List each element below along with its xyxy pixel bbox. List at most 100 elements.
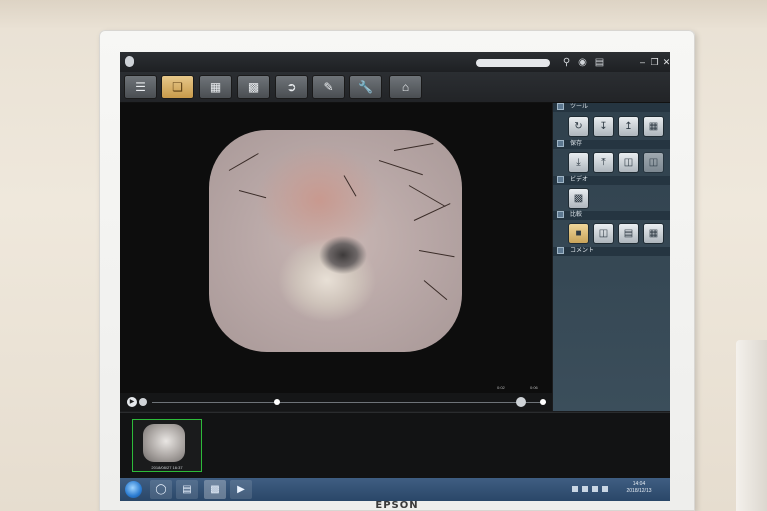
hair-line <box>228 153 259 171</box>
viewer-app-icon: ▩ <box>210 484 220 495</box>
save-disabled-button[interactable]: ◫ <box>644 153 663 172</box>
section-title: ツール <box>570 104 589 111</box>
timeline-start-label: 0:02 <box>497 385 505 390</box>
globe-icon[interactable]: ◉ <box>577 57 588 68</box>
thumbnail-strip: 2018/08/27 16:37 <box>120 412 670 479</box>
home-button[interactable]: ⌂ <box>390 76 421 98</box>
layout-grid-button[interactable]: ▦ <box>644 224 663 243</box>
flip-up-icon: ↥ <box>624 121 633 132</box>
monitor-brand: EPSON <box>375 500 419 511</box>
clock-date: 2018/12/13 <box>626 488 652 494</box>
save-copy-button[interactable]: ⤒ <box>594 153 613 172</box>
compare-tool-button[interactable]: ▦ <box>644 117 663 136</box>
start-button[interactable] <box>125 481 142 498</box>
section-compare-header[interactable]: 比較 <box>553 211 670 220</box>
tray-volume-icon[interactable] <box>602 486 608 492</box>
timeline-end-label: 0:06 <box>530 385 538 390</box>
layout-two-button[interactable]: ◫ <box>594 224 613 243</box>
timeline-end-dot[interactable] <box>540 399 546 405</box>
timeline[interactable]: ▶ 0:02 0:06 <box>120 385 552 411</box>
section-title: コメント <box>570 248 595 255</box>
timeline-thumb[interactable] <box>274 399 280 405</box>
hair-line <box>413 203 451 221</box>
image-viewer[interactable] <box>120 103 552 411</box>
hair-line <box>378 160 423 176</box>
wrench-icon: 🔧 <box>358 80 373 94</box>
camera-button[interactable]: ▩ <box>238 76 269 98</box>
section-toggle-icon <box>557 247 564 254</box>
tray-power-icon[interactable] <box>592 486 598 492</box>
minimize-icon[interactable]: – <box>637 56 648 68</box>
title-bar: ⚲ ◉ ▤ – ❐ ✕ <box>120 52 670 72</box>
main-toolbar: ☰ ❏ ▦ ▩ ➲ ✎ 🔧 ⌂ <box>120 72 670 103</box>
hair-line <box>393 143 434 151</box>
thumbnail-date: 2018/08/27 16:37 <box>151 465 183 470</box>
flip-up-button[interactable]: ↥ <box>619 117 638 136</box>
explorer-taskbar-button[interactable]: ▤ <box>176 480 198 499</box>
layout-single-button[interactable]: ■ <box>569 224 588 243</box>
hair-line <box>408 185 446 207</box>
list-icon: ☰ <box>135 80 146 94</box>
hair-line <box>343 175 357 197</box>
close-icon[interactable]: ✕ <box>661 56 670 68</box>
save-all-icon: ◫ <box>623 157 634 168</box>
layout-vertical-button[interactable]: ▤ <box>619 224 638 243</box>
viewer-taskbar-button[interactable]: ▩ <box>204 480 226 499</box>
flip-down-button[interactable]: ↧ <box>594 117 613 136</box>
hair-line <box>423 280 448 301</box>
video-capture-button[interactable]: ▩ <box>569 189 588 208</box>
compare-button[interactable]: ▦ <box>200 76 231 98</box>
keyboard-icon[interactable]: ▤ <box>594 57 605 68</box>
camera-icon: ▩ <box>247 80 260 94</box>
timeline-end-knob[interactable] <box>516 397 526 407</box>
hair-line <box>418 250 455 258</box>
layout-two-icon: ◫ <box>598 228 609 239</box>
timeline-track[interactable] <box>152 402 546 403</box>
tray-network-icon[interactable] <box>572 486 578 492</box>
play-button[interactable]: ▶ <box>127 397 137 407</box>
tray-flag-icon[interactable] <box>582 486 588 492</box>
camera-icon: ▩ <box>573 193 584 204</box>
app-logo-icon <box>125 56 134 67</box>
flip-down-icon: ↧ <box>599 121 608 132</box>
viewer-button[interactable]: ❏ <box>162 76 193 98</box>
search-input[interactable] <box>476 59 550 67</box>
export-button[interactable]: ➲ <box>276 76 307 98</box>
side-object <box>736 340 767 511</box>
layers-icon: ❏ <box>172 80 183 94</box>
save-button[interactable]: ⤓ <box>569 153 588 172</box>
save-copy-icon: ⤒ <box>601 157 606 168</box>
taskbar: ◯ ▤ ▩ ▶ 14:04 2018/12/13 <box>120 478 670 501</box>
hair-line <box>238 190 267 199</box>
search-icon[interactable]: ⚲ <box>561 57 572 68</box>
settings-button[interactable]: 🔧 <box>350 76 381 98</box>
report-button[interactable]: ✎ <box>313 76 344 98</box>
save-disabled-icon: ◫ <box>648 157 659 168</box>
layout-grid-icon: ▦ <box>648 228 659 239</box>
thumbnail-item[interactable]: 2018/08/27 16:37 <box>132 419 202 472</box>
media-taskbar-button[interactable]: ▶ <box>230 480 252 499</box>
compare-tool-icon: ▦ <box>648 121 659 132</box>
taskbar-clock[interactable]: 14:04 2018/12/13 <box>618 481 660 495</box>
section-save-header[interactable]: 保存 <box>553 140 670 149</box>
report-icon: ✎ <box>323 80 334 94</box>
clock-time: 14:04 <box>632 481 646 487</box>
restore-icon[interactable]: ❐ <box>649 56 660 68</box>
section-toggle-icon <box>557 176 564 183</box>
rotate-button[interactable]: ↻ <box>569 117 588 136</box>
stop-button[interactable] <box>139 398 147 406</box>
section-video-header[interactable]: ビデオ <box>553 176 670 185</box>
layout-vertical-icon: ▤ <box>623 228 634 239</box>
screen: ⚲ ◉ ▤ – ❐ ✕ ☰ ❏ ▦ ▩ ➲ ✎ 🔧 ⌂ ▶ 0:02 0:06 … <box>120 52 670 501</box>
tool-panel: ツール ↻ ↧ ↥ ▦ 保存 ⤓ ⤒ ◫ ◫ ビデオ ▩ 比較 ■ ◫ ▤ ▦ … <box>553 103 670 411</box>
section-tools-header[interactable]: ツール <box>553 103 670 112</box>
browser-taskbar-button[interactable]: ◯ <box>150 480 172 499</box>
section-comment-header[interactable]: コメント <box>553 247 670 256</box>
play-icon: ▶ <box>129 399 135 405</box>
list-view-button[interactable]: ☰ <box>125 76 156 98</box>
section-toggle-icon <box>557 211 564 218</box>
section-toggle-icon <box>557 103 564 110</box>
section-toggle-icon <box>557 140 564 147</box>
save-all-button[interactable]: ◫ <box>619 153 638 172</box>
wall-background <box>0 0 767 28</box>
